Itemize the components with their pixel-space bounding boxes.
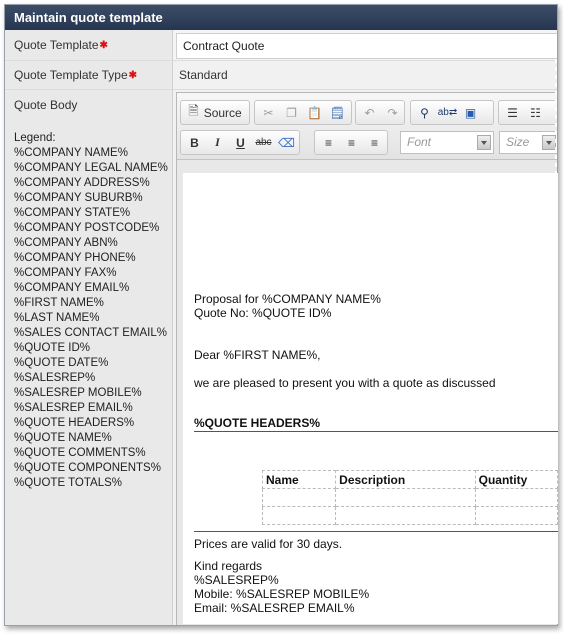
doc-divider [194,531,558,532]
legend-item: %QUOTE HEADERS% [14,417,135,429]
legend-item: %QUOTE COMPONENTS% [14,462,161,474]
table-row [261,488,559,507]
table-header-name: Name [261,470,337,489]
align-left-icon[interactable]: ≡ [317,132,340,153]
chevron-down-icon[interactable] [542,135,556,150]
legend-item: %QUOTE ID% [14,342,91,354]
underline-button[interactable]: U [229,132,252,153]
redo-icon[interactable]: ↷ [381,102,404,123]
font-select-placeholder: Font [407,135,432,149]
bulleted-list-icon[interactable]: ☷ [524,102,547,123]
legend-item: %COMPANY ABN% [14,237,118,249]
legend-item: %COMPANY PHONE% [14,252,136,264]
legend-item: %COMPANY FAX% [14,267,117,279]
required-asterisk-icon: ✱ [128,70,138,81]
find-icon[interactable]: ⚲ [413,102,436,123]
source-icon: 🗎 [188,102,199,118]
legend: Legend: %COMPANY NAME% %COMPANY LEGAL NA… [14,131,172,491]
editor-toolbar: 🗎 Source ✂ ❐ 📋 🗒 ↶ ↷ ⚲ ab⇄ ▣ ☰ ☷ B I U a… [177,93,557,160]
legend-item: %SALES CONTACT EMAIL% [14,327,167,339]
legend-item: %SALESREP% [14,372,96,384]
align-right-icon[interactable]: ≡ [363,132,386,153]
legend-item: %COMPANY NAME% [14,147,128,159]
table-header-description: Description [335,470,476,489]
remove-format-icon[interactable]: ⌫ [275,132,298,153]
size-select[interactable]: Size [499,131,557,154]
quote-template-row: Quote Template✱ Contract Quote [5,30,557,61]
replace-icon[interactable]: ab⇄ [436,102,459,123]
legend-item: %LAST NAME% [14,312,100,324]
legend-item: %FIRST NAME% [14,297,104,309]
copy-icon[interactable]: ❐ [280,102,303,123]
required-asterisk-icon: ✱ [99,40,108,51]
paste-icon[interactable]: 📋 [303,102,326,123]
doc-quote-headers: %QUOTE HEADERS% [194,416,321,430]
select-all-icon[interactable]: ▣ [459,102,482,123]
cut-icon[interactable]: ✂ [257,102,280,123]
panel-title: Maintain quote template [5,5,557,30]
legend-item: %COMPANY POSTCODE% [14,222,160,234]
doc-validity: Prices are valid for 30 days. [194,537,343,551]
italic-button[interactable]: I [206,132,229,153]
size-select-placeholder: Size [506,135,530,149]
undo-icon[interactable]: ↶ [358,102,381,123]
legend-item: %SALESREP EMAIL% [14,402,133,414]
quote-template-label: Quote Template [14,38,99,52]
legend-item: %QUOTE NAME% [14,432,112,444]
doc-divider [194,431,558,432]
quote-template-type-row: Quote Template Type✱ Standard [5,61,557,90]
quote-template-input[interactable]: Contract Quote [176,33,557,59]
chevron-down-icon[interactable] [477,135,491,150]
quote-table: Name Description Quantity [261,470,559,525]
doc-greeting: Dear %FIRST NAME%, [194,348,321,362]
numbered-list-icon[interactable]: ☰ [501,102,524,123]
legend-item: %COMPANY ADDRESS% [14,177,150,189]
table-header-quantity: Quantity [474,470,559,489]
quote-template-type-label: Quote Template Type [14,68,128,82]
strikethrough-button[interactable]: abc [252,132,275,153]
doc-email: Email: %SALESREP EMAIL% [194,601,355,615]
editor-content-area[interactable]: Proposal for %COMPANY NAME% Quote No: %Q… [183,173,559,624]
legend-item: %COMPANY SUBURB% [14,192,143,204]
table-row [261,506,559,525]
legend-item: %QUOTE DATE% [14,357,109,369]
legend-item: %COMPANY LEGAL NAME% [14,162,168,174]
doc-proposal-line: Proposal for %COMPANY NAME% [194,292,381,306]
bold-button[interactable]: B [183,132,206,153]
legend-item: %COMPANY STATE% [14,207,131,219]
paste-from-word-icon[interactable]: 🗒 [326,102,349,123]
source-button[interactable]: 🗎 Source [183,102,247,123]
align-center-icon[interactable]: ≡ [340,132,363,153]
doc-salesrep: %SALESREP% [194,573,279,587]
legend-item: %QUOTE COMMENTS% [14,447,146,459]
legend-item: %SALESREP MOBILE% [14,387,142,399]
legend-item: %COMPANY EMAIL% [14,282,130,294]
source-button-label: Source [203,105,242,120]
legend-item: %QUOTE TOTALS% [14,477,122,489]
font-select[interactable]: Font [400,131,494,154]
doc-intro: we are pleased to present you with a quo… [194,376,496,390]
legend-title: Legend: [14,132,56,144]
doc-quote-no-line: Quote No: %QUOTE ID% [194,306,332,320]
table-row: Name Description Quantity [261,470,559,489]
doc-closing: Kind regards [194,559,263,573]
quote-body-label: Quote Body [14,98,78,112]
quote-template-type-value: Standard [172,61,557,89]
doc-mobile: Mobile: %SALESREP MOBILE% [194,587,370,601]
